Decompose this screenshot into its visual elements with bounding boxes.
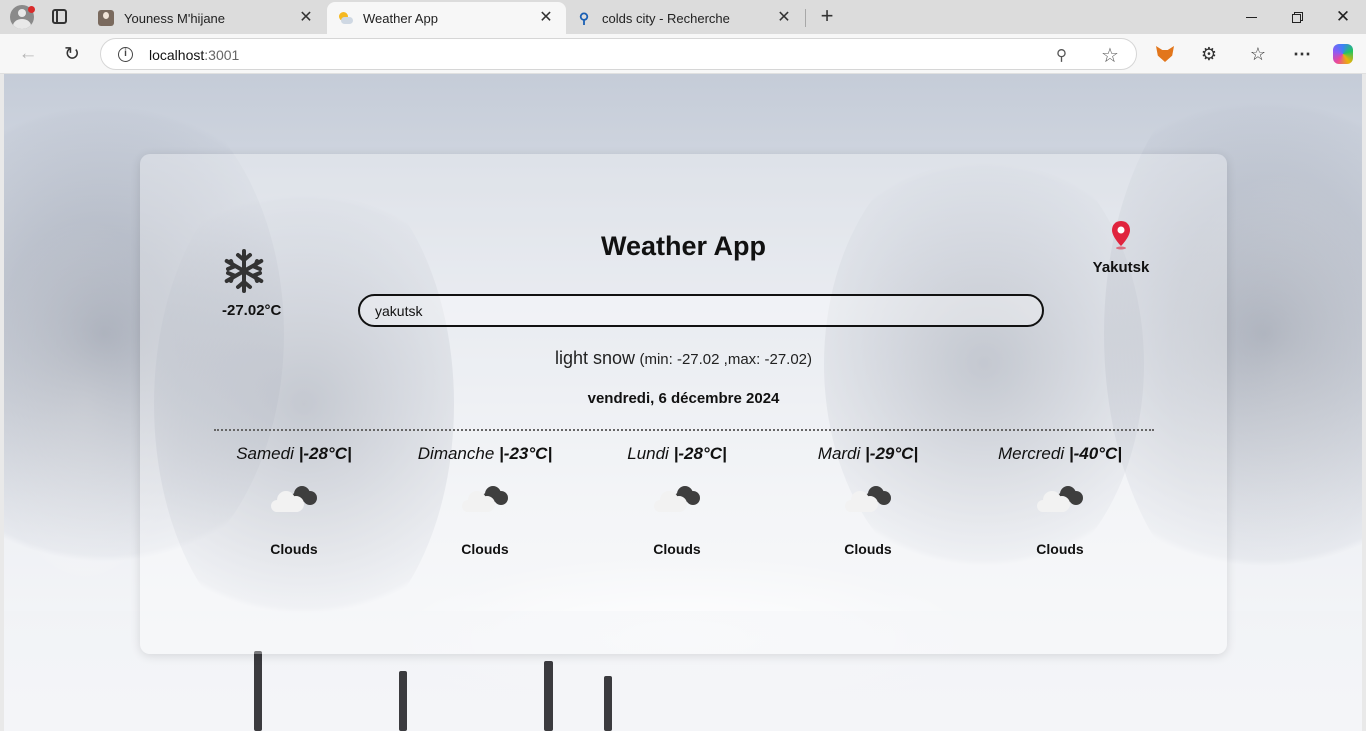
user-photo-icon xyxy=(98,10,114,26)
tab-strip: Youness M'hijane ✕ Weather App ✕ ⚲ colds… xyxy=(0,0,1366,34)
forecast-condition: Clouds xyxy=(461,541,509,557)
forecast-day-name: Lundi xyxy=(627,444,669,463)
clouds-icon xyxy=(1037,486,1083,512)
weather-description: light snow (min: -27.02 ,max: -27.02) xyxy=(140,348,1227,369)
forecast-day: Mardi |-29°C| xyxy=(780,444,956,464)
location-icon[interactable]: ⚲ xyxy=(1056,46,1067,64)
weather-card: -27.02°C Weather App Yakutsk light snow … xyxy=(140,154,1227,654)
extensions-icon[interactable]: ⚙ xyxy=(1195,40,1223,68)
forecast-temp: |-29°C| xyxy=(865,444,919,463)
forecast-day-name: Samedi xyxy=(236,444,294,463)
clouds-icon xyxy=(845,486,891,512)
forecast-day-name: Mercredi xyxy=(997,444,1065,463)
url-host: localhost xyxy=(149,47,205,63)
bg-tree-trunk xyxy=(399,671,407,731)
minimize-button[interactable] xyxy=(1228,0,1274,34)
tab-title: Weather App xyxy=(363,10,438,26)
forecast-condition: Clouds xyxy=(844,541,892,557)
weather-icon xyxy=(337,10,353,26)
more-menu-icon[interactable]: ⋯ xyxy=(1288,40,1316,68)
tab-weather-app[interactable]: Weather App ✕ xyxy=(327,2,566,34)
forecast-list: Samedi |-28°C| Clouds Dimanche |-23°C| C… xyxy=(206,434,1161,564)
tab-separator xyxy=(805,9,806,27)
tab-colds-city[interactable]: ⚲ colds city - Recherche ✕ xyxy=(566,2,804,34)
restore-button[interactable] xyxy=(1274,0,1320,34)
clouds-icon xyxy=(271,486,317,512)
forecast-day: Mercredi |-40°C| xyxy=(972,444,1148,464)
forecast-item: Samedi |-28°C| Clouds xyxy=(206,434,382,564)
info-icon[interactable]: i xyxy=(118,47,133,62)
min-max-temperature: (min: -27.02 ,max: -27.02) xyxy=(639,351,813,368)
close-icon[interactable]: ✕ xyxy=(538,10,554,26)
bg-tree-trunk xyxy=(544,661,553,731)
forecast-condition: Clouds xyxy=(270,541,318,557)
bg-tree-trunk xyxy=(604,676,612,731)
current-temperature: -27.02°C xyxy=(222,302,282,319)
copilot-icon[interactable] xyxy=(1329,40,1357,68)
restore-icon xyxy=(1291,11,1303,23)
page-title: Weather App xyxy=(600,231,767,261)
forecast-temp: |-40°C| xyxy=(1068,444,1123,463)
location-city: Yakutsk xyxy=(1092,259,1150,276)
tab-actions-icon[interactable] xyxy=(52,9,67,24)
url-port: :3001 xyxy=(204,47,240,63)
metamask-extension-icon[interactable] xyxy=(1151,40,1179,68)
forecast-item: Dimanche |-23°C| Clouds xyxy=(397,434,573,564)
back-arrow-icon[interactable]: ← xyxy=(14,40,42,68)
favorites-icon[interactable]: ☆ xyxy=(1244,40,1272,68)
search-icon: ⚲ xyxy=(578,9,590,26)
minimize-icon xyxy=(1245,16,1257,18)
forecast-temp: |-28°C| xyxy=(298,444,352,463)
clouds-icon xyxy=(654,486,700,512)
forecast-item: Lundi |-28°C| Clouds xyxy=(589,434,765,564)
tab-title: colds city - Recherche xyxy=(602,10,730,26)
close-icon[interactable]: ✕ xyxy=(298,10,314,26)
url-text: localhost:3001 xyxy=(149,47,239,63)
forecast-condition: Clouds xyxy=(653,541,701,557)
forecast-temp: |-28°C| xyxy=(673,444,727,463)
map-pin-icon xyxy=(1112,221,1130,250)
bg-tree-trunk xyxy=(254,651,262,731)
notification-dot xyxy=(28,6,35,13)
tab-title: Youness M'hijane xyxy=(124,10,226,26)
clouds-icon xyxy=(462,486,508,512)
city-search-input[interactable] xyxy=(358,294,1044,327)
favorite-star-icon[interactable]: ☆ xyxy=(1101,43,1119,68)
browser-toolbar: ← ↻ i localhost:3001 ⚲ ☆ ⚙ ☆ ⋯ xyxy=(0,34,1366,74)
weather-condition: light snow xyxy=(554,348,635,368)
forecast-item: Mercredi |-40°C| Clouds xyxy=(972,434,1148,564)
tab-youness[interactable]: Youness M'hijane ✕ xyxy=(88,2,326,34)
close-window-button[interactable]: ✕ xyxy=(1320,0,1366,34)
forecast-condition: Clouds xyxy=(1036,541,1084,557)
forecast-temp: |-23°C| xyxy=(499,444,553,463)
forecast-day: Lundi |-28°C| xyxy=(589,444,765,464)
forecast-day: Dimanche |-23°C| xyxy=(397,444,573,464)
section-divider xyxy=(214,429,1154,431)
forecast-item: Mardi |-29°C| Clouds xyxy=(780,434,956,564)
close-icon[interactable]: ✕ xyxy=(776,10,792,26)
reload-icon[interactable]: ↻ xyxy=(58,40,86,68)
page-viewport: -27.02°C Weather App Yakutsk light snow … xyxy=(4,74,1362,731)
current-date: vendredi, 6 décembre 2024 xyxy=(587,390,780,407)
forecast-day-name: Dimanche xyxy=(417,444,495,463)
address-bar[interactable]: i localhost:3001 ⚲ ☆ xyxy=(100,38,1137,70)
forecast-day-name: Mardi xyxy=(817,444,861,463)
new-tab-button[interactable]: + xyxy=(815,5,839,29)
forecast-day: Samedi |-28°C| xyxy=(206,444,382,464)
